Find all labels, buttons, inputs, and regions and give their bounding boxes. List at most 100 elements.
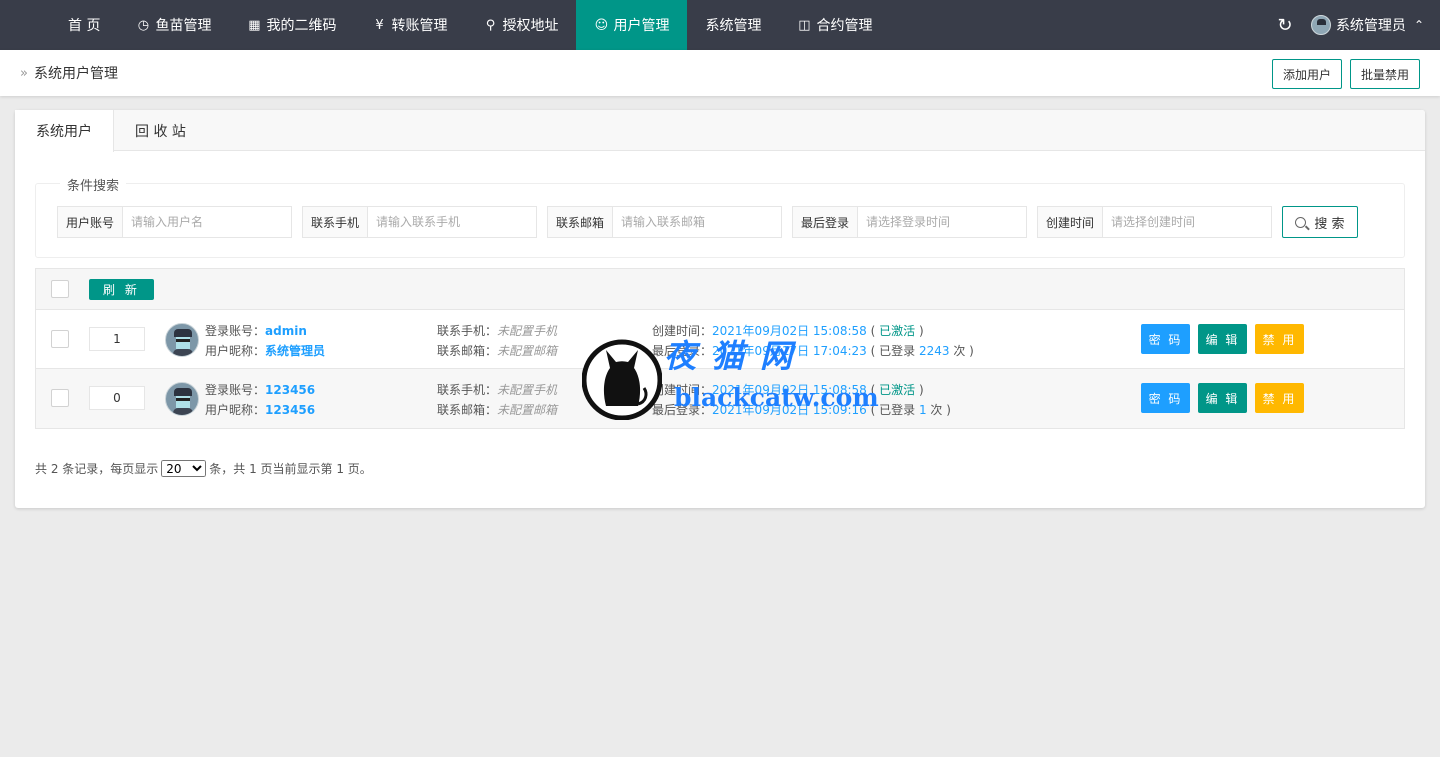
search-panel: 条件搜索 用户账号 联系手机 联系邮箱 最后登录 创建时间 — [35, 175, 1405, 258]
select-all-checkbox[interactable] — [51, 280, 69, 298]
phone-input[interactable] — [367, 206, 537, 238]
row-actions: 密 码 编 辑 禁 用 — [1141, 383, 1304, 413]
add-user-button[interactable]: 添加用户 — [1271, 59, 1342, 89]
account-label: 登录账号： — [205, 324, 266, 338]
row-checkbox[interactable] — [51, 389, 69, 407]
search-icon — [1295, 216, 1307, 228]
main-card: 系统用户 回 收 站 条件搜索 用户账号 联系手机 联系邮箱 最后登录 创建时间 — [15, 110, 1425, 508]
phone-label: 联系手机： — [437, 324, 498, 338]
filter-account-label: 用户账号 — [57, 206, 122, 238]
row-checkbox[interactable] — [51, 330, 69, 348]
breadcrumb: » 系统用户管理 — [20, 63, 118, 83]
tab-recycle-bin[interactable]: 回 收 站 — [114, 110, 207, 151]
created-input[interactable] — [1102, 206, 1272, 238]
filter-last-login: 最后登录 — [792, 206, 1027, 238]
nav-system[interactable]: 系统管理 — [687, 0, 779, 50]
watermark-cat-logo — [582, 339, 662, 420]
refresh-icon[interactable]: ↻ — [1265, 15, 1305, 36]
refresh-button[interactable]: 刷 新 — [89, 279, 154, 300]
nick-label: 用户昵称： — [205, 344, 266, 358]
nick-value: 123456 — [265, 403, 316, 417]
login-count-suffix: 次 ) — [926, 403, 951, 417]
pager-prefix: 共 2 条记录，每页显示 — [35, 462, 159, 476]
nav-users-label: 用户管理 — [613, 18, 670, 34]
filter-created: 创建时间 — [1037, 206, 1272, 238]
yen-icon: ¥ — [375, 17, 384, 33]
email-label: 联系邮箱： — [437, 344, 498, 358]
qrcode-icon: ▦ — [248, 17, 261, 33]
search-legend: 条件搜索 — [60, 175, 127, 194]
nav-system-label: 系统管理 — [705, 18, 762, 34]
password-button[interactable]: 密 码 — [1141, 324, 1190, 354]
top-navbar: 首 页 ◷ 鱼苗管理 ▦ 我的二维码 ¥ 转账管理 ⚲ 授权地址 ☺ 用户管理 系统管理 … — [0, 0, 1440, 50]
email-input[interactable] — [612, 206, 782, 238]
user-name: 系统管理员 — [1335, 18, 1406, 34]
nav-qrcode[interactable]: ▦ 我的二维码 — [229, 0, 354, 50]
timer-icon: ◷ — [137, 17, 150, 33]
nav-contract[interactable]: ◫ 合约管理 — [779, 0, 890, 50]
phone-value: 未配置手机 — [497, 383, 558, 397]
last-login-input[interactable] — [857, 206, 1027, 238]
account-label: 登录账号： — [205, 383, 266, 397]
nav-authaddr-label: 授权地址 — [502, 18, 559, 34]
status-close: ) — [915, 324, 924, 338]
filter-account: 用户账号 — [57, 206, 292, 238]
login-count: 2243 — [918, 344, 950, 358]
filter-email: 联系邮箱 — [547, 206, 782, 238]
batch-disable-button[interactable]: 批量禁用 — [1349, 59, 1420, 89]
filter-phone-label: 联系手机 — [302, 206, 367, 238]
nav-transfer[interactable]: ¥ 转账管理 — [354, 0, 465, 50]
nav-users[interactable]: ☺ 用户管理 — [576, 0, 688, 50]
search-button[interactable]: 搜 索 — [1282, 206, 1358, 238]
account-value: 123456 — [265, 383, 316, 397]
status-open: ( — [866, 324, 880, 338]
account-input[interactable] — [122, 206, 292, 238]
nick-value: 系统管理员 — [265, 344, 326, 358]
account-value: admin — [265, 324, 307, 338]
avatar — [1310, 15, 1331, 35]
filter-phone: 联系手机 — [302, 206, 537, 238]
sub-header: » 系统用户管理 添加用户 批量禁用 — [0, 50, 1440, 96]
phone-label: 联系手机： — [437, 383, 498, 397]
nav-fry[interactable]: ◷ 鱼苗管理 — [118, 0, 229, 50]
filter-last-login-label: 最后登录 — [792, 206, 857, 238]
edit-button[interactable]: 编 辑 — [1198, 383, 1247, 413]
pagination: 共 2 条记录，每页显示 20 条，共 1 页当前显示第 1 页。 — [35, 460, 372, 477]
disable-button[interactable]: 禁 用 — [1255, 383, 1304, 413]
sort-input[interactable] — [89, 386, 145, 410]
chevron-up-icon: ⌃ — [1413, 18, 1424, 32]
page-size-select[interactable]: 20 — [161, 460, 207, 477]
login-count-suffix: 次 ) — [949, 344, 974, 358]
edit-button[interactable]: 编 辑 — [1198, 324, 1247, 354]
disable-button[interactable]: 禁 用 — [1255, 324, 1304, 354]
columns-icon: ◫ — [798, 17, 811, 33]
watermark-url: blackcatw.com — [674, 383, 879, 412]
status-badge: 已激活 — [879, 383, 916, 397]
tab-system-users[interactable]: 系统用户 — [15, 110, 114, 152]
breadcrumb-title: 系统用户管理 — [33, 66, 118, 82]
password-button[interactable]: 密 码 — [1141, 383, 1190, 413]
login-count-prefix: ( 已登录 — [866, 344, 919, 358]
nav-home-label: 首 页 — [68, 18, 101, 34]
filter-created-label: 创建时间 — [1037, 206, 1102, 238]
user-icon: ☺ — [594, 17, 609, 33]
nav-authaddr[interactable]: ⚲ 授权地址 — [465, 0, 576, 50]
phone-value: 未配置手机 — [497, 324, 558, 338]
status-close: ) — [915, 383, 924, 397]
pager-suffix: 条，共 1 页当前显示第 1 页。 — [209, 462, 372, 476]
row-actions: 密 码 编 辑 禁 用 — [1141, 324, 1304, 354]
tab-bar: 系统用户 回 收 站 — [15, 110, 1425, 152]
status-badge: 已激活 — [879, 324, 916, 338]
nick-label: 用户昵称： — [205, 403, 266, 417]
nav-home[interactable]: 首 页 — [0, 0, 118, 50]
account-cell: 登录账号：123456 用户昵称：123456 — [205, 380, 315, 420]
location-icon: ⚲ — [485, 17, 496, 33]
email-label: 联系邮箱： — [437, 403, 498, 417]
sort-input[interactable] — [89, 327, 145, 351]
user-menu[interactable]: 系统管理员 ⌃ — [1310, 15, 1440, 35]
nav-qrcode-label: 我的二维码 — [266, 18, 337, 34]
contact-cell: 联系手机：未配置手机 联系邮箱：未配置邮箱 — [437, 380, 557, 420]
filter-email-label: 联系邮箱 — [547, 206, 612, 238]
email-value: 未配置邮箱 — [497, 344, 558, 358]
double-chevron-icon: » — [20, 65, 28, 81]
